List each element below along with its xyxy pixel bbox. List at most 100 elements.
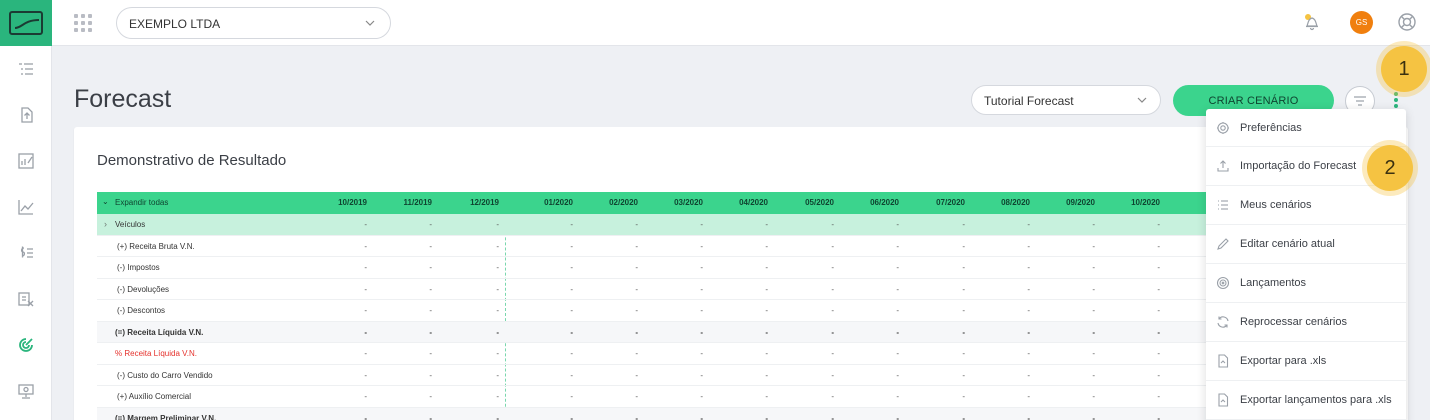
table-row: (+) Receita Bruta V.N.-------------- <box>97 236 1227 257</box>
table-cell: - <box>700 392 703 401</box>
table-cell: - <box>896 392 899 401</box>
table-cell: - <box>1027 220 1030 229</box>
table-cell: - <box>635 284 638 294</box>
row-label: (-) Custo do Carro Vendido <box>117 370 213 380</box>
menu-item-label: Importação do Forecast <box>1240 160 1357 172</box>
table-cell: - <box>765 220 768 229</box>
table-cell: - <box>1092 392 1095 401</box>
nav-document-upload-icon[interactable] <box>0 92 52 138</box>
table-cell: - <box>831 263 834 272</box>
table-row: (=) Margem Preliminar V.N.-------------- <box>97 407 1227 420</box>
table-cell: - <box>364 349 367 358</box>
table-cell: - <box>429 370 432 380</box>
table-cell: - <box>1027 349 1030 358</box>
scenario-select-value: Tutorial Forecast <box>984 94 1074 108</box>
menu-item[interactable]: Preferências <box>1206 109 1406 147</box>
month-header: 01/2020 <box>544 198 573 207</box>
table-cell: - <box>700 370 703 380</box>
scenario-select[interactable]: Tutorial Forecast <box>971 85 1161 115</box>
month-header: 12/2019 <box>470 198 499 207</box>
nav-list-icon[interactable] <box>0 46 52 92</box>
filter-icon <box>1354 96 1366 106</box>
table-cell: - <box>496 241 499 251</box>
row-label: (=) Receita Líquida V.N. <box>115 327 204 337</box>
table-cell: - <box>1157 284 1160 294</box>
table-cell: - <box>570 263 573 272</box>
table-cell: - <box>700 263 703 272</box>
table-cell: - <box>1092 220 1095 229</box>
chevron-down-icon[interactable]: ⌄ <box>102 197 109 206</box>
table-cell: - <box>765 241 768 251</box>
table-cell: - <box>831 392 834 401</box>
nav-chart-edit-icon[interactable] <box>0 138 52 184</box>
table-cell: - <box>364 306 367 315</box>
row-label: (=) Margem Preliminar V.N. <box>115 413 217 420</box>
notification-bell-icon[interactable] <box>1302 12 1322 37</box>
menu-item[interactable]: Lançamentos <box>1206 264 1406 303</box>
nav-line-chart-icon[interactable] <box>0 184 52 230</box>
table-cell: - <box>1157 220 1160 229</box>
row-label: (+) Receita Bruta V.N. <box>117 241 195 251</box>
file-export-icon <box>1216 393 1230 407</box>
table-cell: - <box>570 327 573 337</box>
table-cell: - <box>364 241 367 251</box>
help-lifebuoy-icon[interactable] <box>1397 12 1417 37</box>
income-statement-table: ⌄ Expandir todas 10/2019 11/2019 12/2019 01/2… <box>97 192 1227 420</box>
table-cell: - <box>635 263 638 272</box>
table-header-row: ⌄ Expandir todas 10/2019 11/2019 12/2019 01/2… <box>97 192 1227 214</box>
table-cell: - <box>570 220 573 229</box>
table-cell: - <box>1092 284 1095 294</box>
table-cell: - <box>635 413 638 420</box>
table-cell: - <box>635 327 638 337</box>
month-header: 11/2019 <box>403 198 432 207</box>
apps-grid-icon[interactable] <box>74 14 92 32</box>
table-row[interactable]: ›Veículos-------------- <box>97 214 1227 236</box>
target-icon <box>1216 276 1230 290</box>
table-cell: - <box>700 220 703 229</box>
table-cell: - <box>1157 306 1160 315</box>
table-cell: - <box>896 306 899 315</box>
table-cell: - <box>765 284 768 294</box>
menu-item[interactable]: Reprocessar cenários <box>1206 303 1406 342</box>
menu-item[interactable]: Meus cenários <box>1206 186 1406 225</box>
table-cell: - <box>496 263 499 272</box>
table-cell: - <box>570 284 573 294</box>
table-cell: - <box>364 327 367 337</box>
table-cell: - <box>700 241 703 251</box>
menu-item[interactable]: Editar cenário atual <box>1206 225 1406 264</box>
row-label: (-) Descontos <box>117 306 166 315</box>
card-title: Demonstrativo de Resultado <box>97 152 287 169</box>
nav-presentation-icon[interactable] <box>0 368 52 414</box>
table-cell: - <box>962 327 965 337</box>
menu-item[interactable]: Exportar para .xls <box>1206 342 1406 381</box>
row-label: % Receita Líquida V.N. <box>115 349 197 358</box>
table-cell: - <box>1027 306 1030 315</box>
tutorial-step-badge-2: 2 <box>1367 145 1413 191</box>
nav-spreadsheet-icon[interactable] <box>0 276 52 322</box>
nav-money-list-icon[interactable] <box>0 230 52 276</box>
menu-item-label: Lançamentos <box>1240 277 1307 289</box>
company-select-value: EXEMPLO LTDA <box>129 17 221 31</box>
table-cell: - <box>635 220 638 229</box>
more-options-kebab-icon[interactable] <box>1393 92 1399 110</box>
company-select[interactable]: EXEMPLO LTDA <box>116 7 391 39</box>
table-cell: - <box>635 306 638 315</box>
table-cell: - <box>496 370 499 380</box>
menu-item[interactable]: Exportar lançamentos para .xls <box>1206 381 1406 420</box>
table-cell: - <box>962 263 965 272</box>
expand-all-toggle[interactable]: Expandir todas <box>115 198 168 207</box>
table-cell: - <box>1027 263 1030 272</box>
table-cell: - <box>570 370 573 380</box>
chevron-right-icon[interactable]: › <box>104 219 107 229</box>
month-header: 02/2020 <box>609 198 638 207</box>
table-cell: - <box>429 306 432 315</box>
user-avatar[interactable]: GS <box>1350 11 1373 34</box>
table-row: (-) Devoluções-------------- <box>97 279 1227 300</box>
nav-forecast-icon[interactable] <box>0 322 52 368</box>
table-cell: - <box>1092 349 1095 358</box>
month-header: 10/2020 <box>1131 198 1160 207</box>
app-logo[interactable] <box>0 0 52 46</box>
menu-item-label: Meus cenários <box>1240 199 1312 211</box>
table-cell: - <box>1027 327 1030 337</box>
table-cell: - <box>1157 263 1160 272</box>
